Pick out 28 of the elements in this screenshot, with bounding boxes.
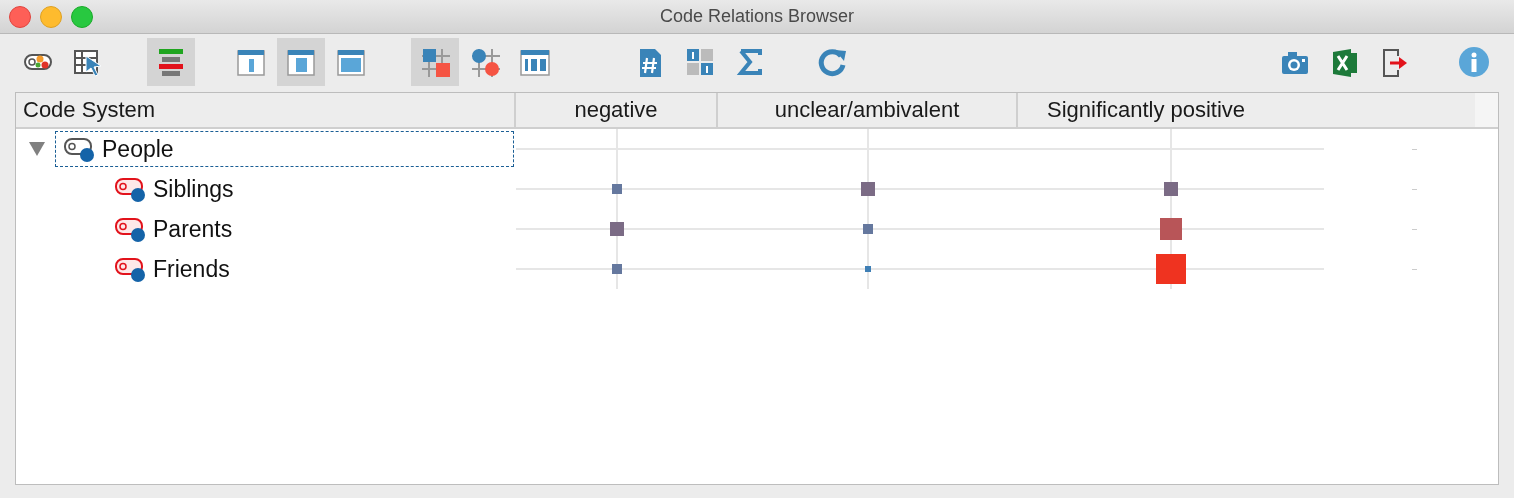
tree-item[interactable]: Friends	[106, 251, 231, 287]
square-grid-icon	[419, 46, 451, 78]
disclosure-triangle[interactable]	[29, 142, 45, 156]
info-icon	[1458, 46, 1490, 78]
tick-mark	[1412, 228, 1417, 230]
refresh-icon	[816, 46, 848, 78]
minimize-button[interactable]	[40, 5, 62, 28]
column-header[interactable]: unclear/ambivalent	[718, 93, 1018, 127]
window-title: Code Relations Browser	[658, 6, 856, 27]
column-header[interactable]: Significantly positive	[1018, 93, 1475, 127]
tick-mark	[1412, 148, 1417, 150]
circle-grid-icon	[469, 46, 501, 78]
tick-mark	[1412, 188, 1417, 190]
tree-item[interactable]: Siblings	[106, 171, 235, 207]
column-header[interactable]: negative	[516, 93, 718, 127]
column-header[interactable]: Code System	[16, 93, 516, 127]
number-grid-icon	[684, 46, 716, 78]
toolbar-button[interactable]	[147, 38, 195, 86]
toolbar-button[interactable]	[277, 38, 325, 86]
zoom-button[interactable]	[71, 5, 93, 28]
code-tag-icon	[115, 175, 147, 203]
code-tag-icon	[115, 255, 147, 283]
tree-item[interactable]: Parents	[106, 211, 234, 247]
code-tag-icon	[64, 135, 96, 163]
close-button[interactable]	[9, 5, 31, 28]
code-tag-icon	[115, 215, 147, 243]
tick-mark	[1412, 268, 1417, 270]
tree-item[interactable]: People	[55, 131, 514, 167]
